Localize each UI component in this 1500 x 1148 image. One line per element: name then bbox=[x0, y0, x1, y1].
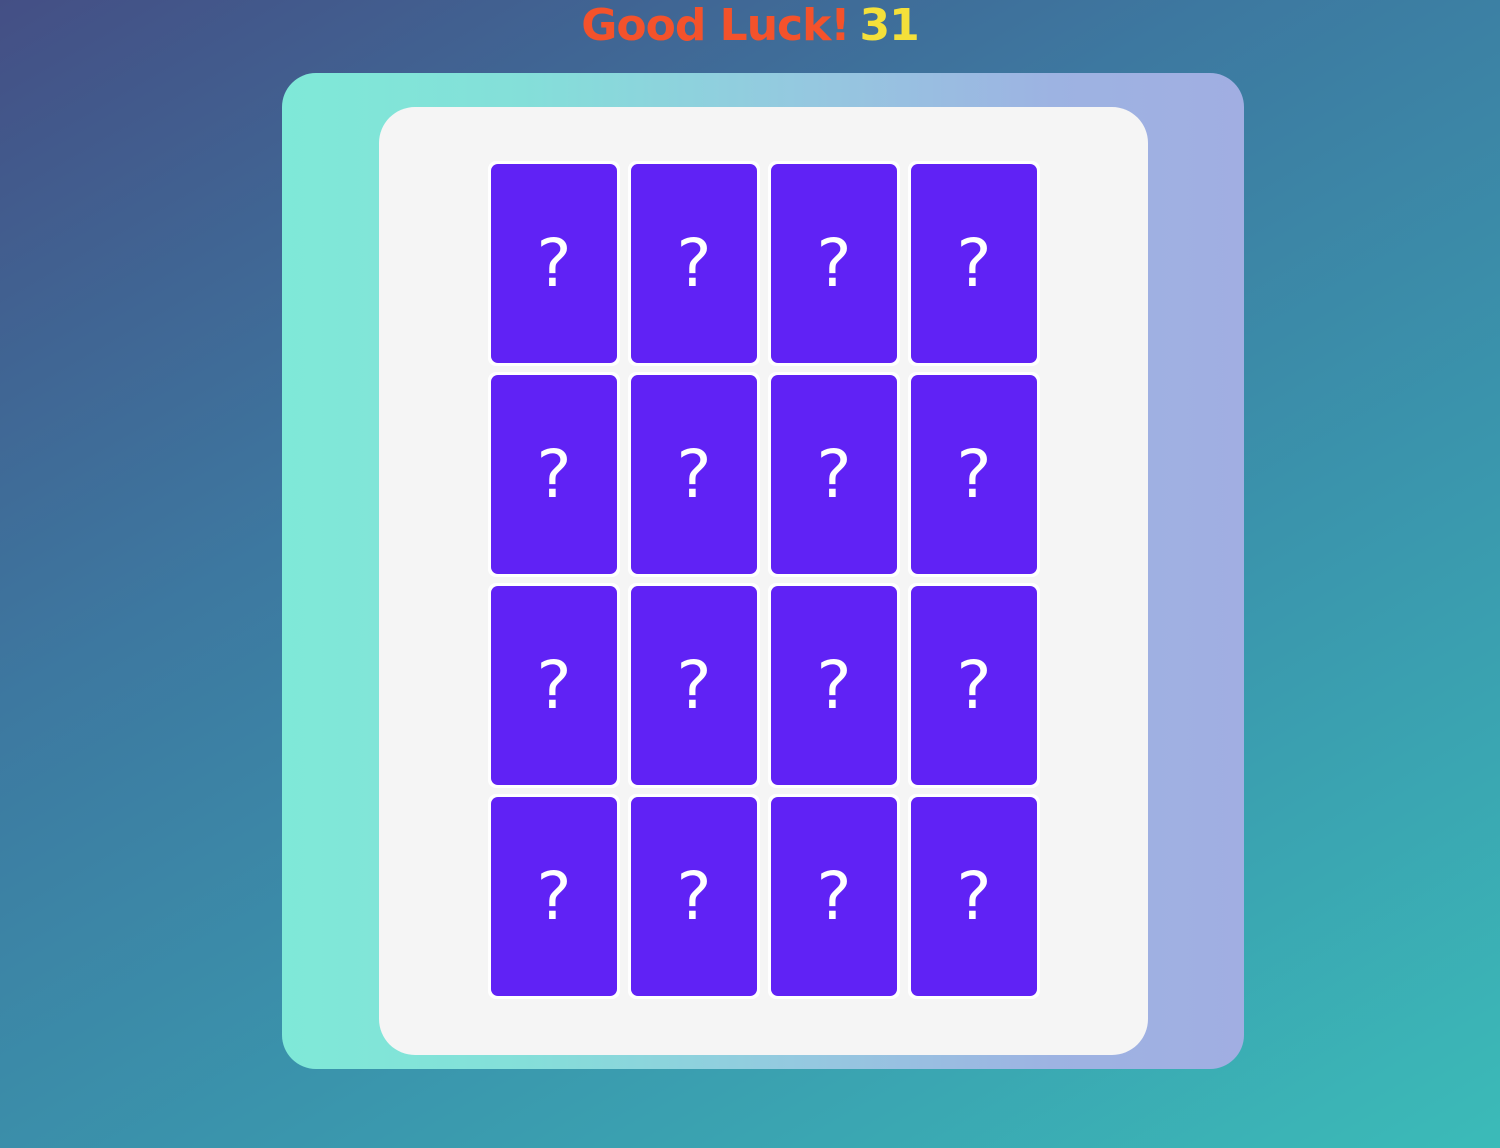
card[interactable]: ? bbox=[628, 794, 760, 999]
question-mark-icon: ? bbox=[491, 164, 617, 363]
card[interactable]: ? bbox=[488, 161, 620, 366]
card[interactable]: ? bbox=[628, 583, 760, 788]
question-mark-icon: ? bbox=[631, 797, 757, 996]
question-mark-icon: ? bbox=[911, 586, 1037, 785]
card-grid: ? ? ? ? ? ? ? ? ? ? ? ? ? ? ? ? bbox=[488, 161, 1042, 999]
card[interactable]: ? bbox=[908, 372, 1040, 577]
card[interactable]: ? bbox=[768, 794, 900, 999]
card[interactable]: ? bbox=[768, 583, 900, 788]
question-mark-icon: ? bbox=[771, 586, 897, 785]
status-message: Good Luck! bbox=[581, 0, 850, 51]
question-mark-icon: ? bbox=[771, 375, 897, 574]
question-mark-icon: ? bbox=[911, 797, 1037, 996]
card[interactable]: ? bbox=[908, 161, 1040, 366]
question-mark-icon: ? bbox=[491, 797, 617, 996]
card[interactable]: ? bbox=[908, 794, 1040, 999]
question-mark-icon: ? bbox=[631, 586, 757, 785]
card[interactable]: ? bbox=[908, 583, 1040, 788]
question-mark-icon: ? bbox=[771, 797, 897, 996]
card[interactable]: ? bbox=[488, 372, 620, 577]
question-mark-icon: ? bbox=[911, 164, 1037, 363]
question-mark-icon: ? bbox=[631, 375, 757, 574]
card[interactable]: ? bbox=[628, 161, 760, 366]
card[interactable]: ? bbox=[768, 372, 900, 577]
card[interactable]: ? bbox=[488, 583, 620, 788]
card[interactable]: ? bbox=[768, 161, 900, 366]
game-header: Good Luck! 31 bbox=[0, 0, 1500, 52]
question-mark-icon: ? bbox=[771, 164, 897, 363]
card[interactable]: ? bbox=[628, 372, 760, 577]
move-counter: 31 bbox=[859, 0, 919, 51]
question-mark-icon: ? bbox=[491, 375, 617, 574]
question-mark-icon: ? bbox=[491, 586, 617, 785]
question-mark-icon: ? bbox=[631, 164, 757, 363]
question-mark-icon: ? bbox=[911, 375, 1037, 574]
card[interactable]: ? bbox=[488, 794, 620, 999]
